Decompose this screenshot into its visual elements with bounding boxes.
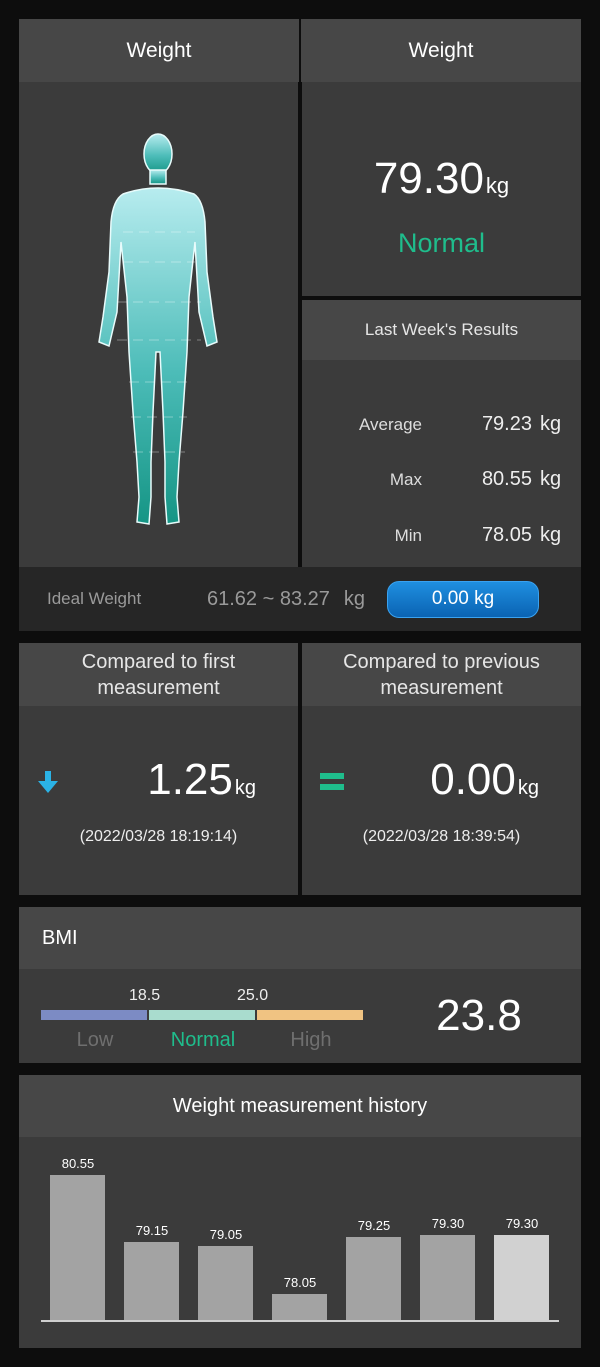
body-silhouette-icon bbox=[98, 133, 218, 525]
chart-baseline bbox=[41, 1320, 559, 1322]
week-min-unit: kg bbox=[540, 524, 562, 546]
history-bar[interactable] bbox=[272, 1293, 327, 1320]
weight-status-label: Normal bbox=[397, 228, 485, 258]
ideal-weight-bar: Ideal Weight 61.62 ~ 83.27 kg 0.00 kg bbox=[19, 567, 581, 631]
bmi-value: 23.8 bbox=[436, 991, 522, 1040]
current-weight-unit: kg bbox=[485, 173, 510, 198]
week-average-value: 79.23 bbox=[481, 413, 532, 435]
bmi-title: BMI bbox=[19, 907, 581, 969]
week-max-unit: kg bbox=[540, 468, 562, 490]
history-bar-label: 79.30 bbox=[505, 1215, 539, 1231]
history-bar-label: 79.05 bbox=[209, 1227, 243, 1243]
week-max-row: Max 80.55 kg bbox=[302, 468, 581, 491]
weight-body-header: Weight bbox=[19, 19, 299, 82]
arrow-down-icon bbox=[38, 771, 58, 793]
body-figure-area bbox=[19, 82, 298, 567]
week-max-value: 80.55 bbox=[481, 468, 532, 490]
history-bar-label: 80.55 bbox=[61, 1156, 95, 1172]
week-average-unit: kg bbox=[540, 413, 562, 435]
week-min-value: 78.05 bbox=[481, 524, 532, 546]
ideal-weight-diff-button[interactable]: 0.00 kg bbox=[387, 580, 540, 618]
bmi-low-label: Low bbox=[76, 1029, 114, 1051]
history-bar[interactable] bbox=[198, 1246, 253, 1320]
compare-previous-change: 0.00 kg bbox=[430, 755, 539, 805]
week-min-label: Min bbox=[394, 525, 422, 545]
weight-summary-panel: Weight Weight 79.30kg Normal Last Week's… bbox=[19, 19, 581, 631]
weight-history-panel: Weight measurement history 80.55 79.15 79.… bbox=[19, 1075, 581, 1348]
current-weight: 79.30kg bbox=[302, 154, 581, 204]
current-weight-value: 79.30 bbox=[373, 154, 484, 203]
last-week-title: Last Week's Results bbox=[302, 300, 581, 360]
compare-previous-timestamp: (2022/03/28 18:39:54) bbox=[362, 828, 521, 845]
weight-history-title: Weight measurement history bbox=[19, 1075, 581, 1137]
compare-first-timestamp: (2022/03/28 18:19:14) bbox=[79, 828, 238, 845]
compare-previous-title: Compared to previous measurement bbox=[302, 643, 581, 706]
history-bar-label: 78.05 bbox=[283, 1274, 317, 1290]
compare-previous-card: Compared to previous measurement 0.00 kg … bbox=[302, 643, 581, 895]
compare-first-value: 1.25 bbox=[147, 755, 233, 804]
week-max-label: Max bbox=[389, 469, 422, 489]
week-average-label: Average bbox=[358, 414, 422, 434]
comparison-panel: Compared to first measurement 1.25 kg (20… bbox=[19, 643, 581, 895]
history-bar-label: 79.15 bbox=[135, 1222, 169, 1238]
ideal-weight-unit: kg bbox=[343, 587, 366, 610]
history-bar-label: 79.30 bbox=[431, 1215, 465, 1231]
ideal-weight-label: Ideal Weight bbox=[47, 589, 142, 608]
bmi-high-segment bbox=[257, 1010, 363, 1020]
bmi-normal-label: Normal bbox=[170, 1029, 236, 1051]
bmi-high-label: High bbox=[290, 1029, 332, 1051]
history-bar[interactable] bbox=[346, 1236, 401, 1320]
bmi-panel: BMI 18.5 25.0 Low Normal High 23.8 bbox=[19, 907, 581, 1063]
weight-body-header-label: Weight bbox=[126, 38, 192, 62]
bmi-low-segment bbox=[41, 1010, 147, 1020]
weight-value-header: Weight bbox=[301, 19, 581, 82]
compare-first-change: 1.25 kg bbox=[147, 755, 256, 805]
ideal-weight-range: 61.62 ~ 83.27 bbox=[207, 587, 330, 610]
compare-first-card: Compared to first measurement 1.25 kg (20… bbox=[19, 643, 298, 895]
history-bar[interactable] bbox=[124, 1241, 179, 1320]
compare-first-unit: kg bbox=[234, 777, 256, 799]
history-bar[interactable] bbox=[420, 1234, 475, 1320]
compare-previous-unit: kg bbox=[517, 777, 539, 799]
history-bar-label: 79.25 bbox=[357, 1217, 391, 1233]
history-bar[interactable] bbox=[50, 1175, 105, 1320]
history-bar[interactable] bbox=[494, 1234, 549, 1320]
current-weight-area: 79.30kg Normal bbox=[302, 82, 581, 296]
equals-icon bbox=[320, 773, 344, 790]
week-average-row: Average 79.23 kg bbox=[302, 413, 581, 436]
bmi-threshold-low: 18.5 bbox=[129, 987, 161, 1004]
bmi-normal-segment bbox=[149, 1010, 255, 1020]
compare-first-title: Compared to first measurement bbox=[19, 643, 298, 706]
bmi-threshold-high: 25.0 bbox=[237, 987, 269, 1004]
compare-previous-value: 0.00 bbox=[430, 755, 516, 804]
weight-value-header-label: Weight bbox=[408, 38, 474, 62]
last-week-results-area: Last Week's Results Average 79.23 kg Max… bbox=[302, 300, 581, 567]
week-min-row: Min 78.05 kg bbox=[302, 524, 581, 547]
